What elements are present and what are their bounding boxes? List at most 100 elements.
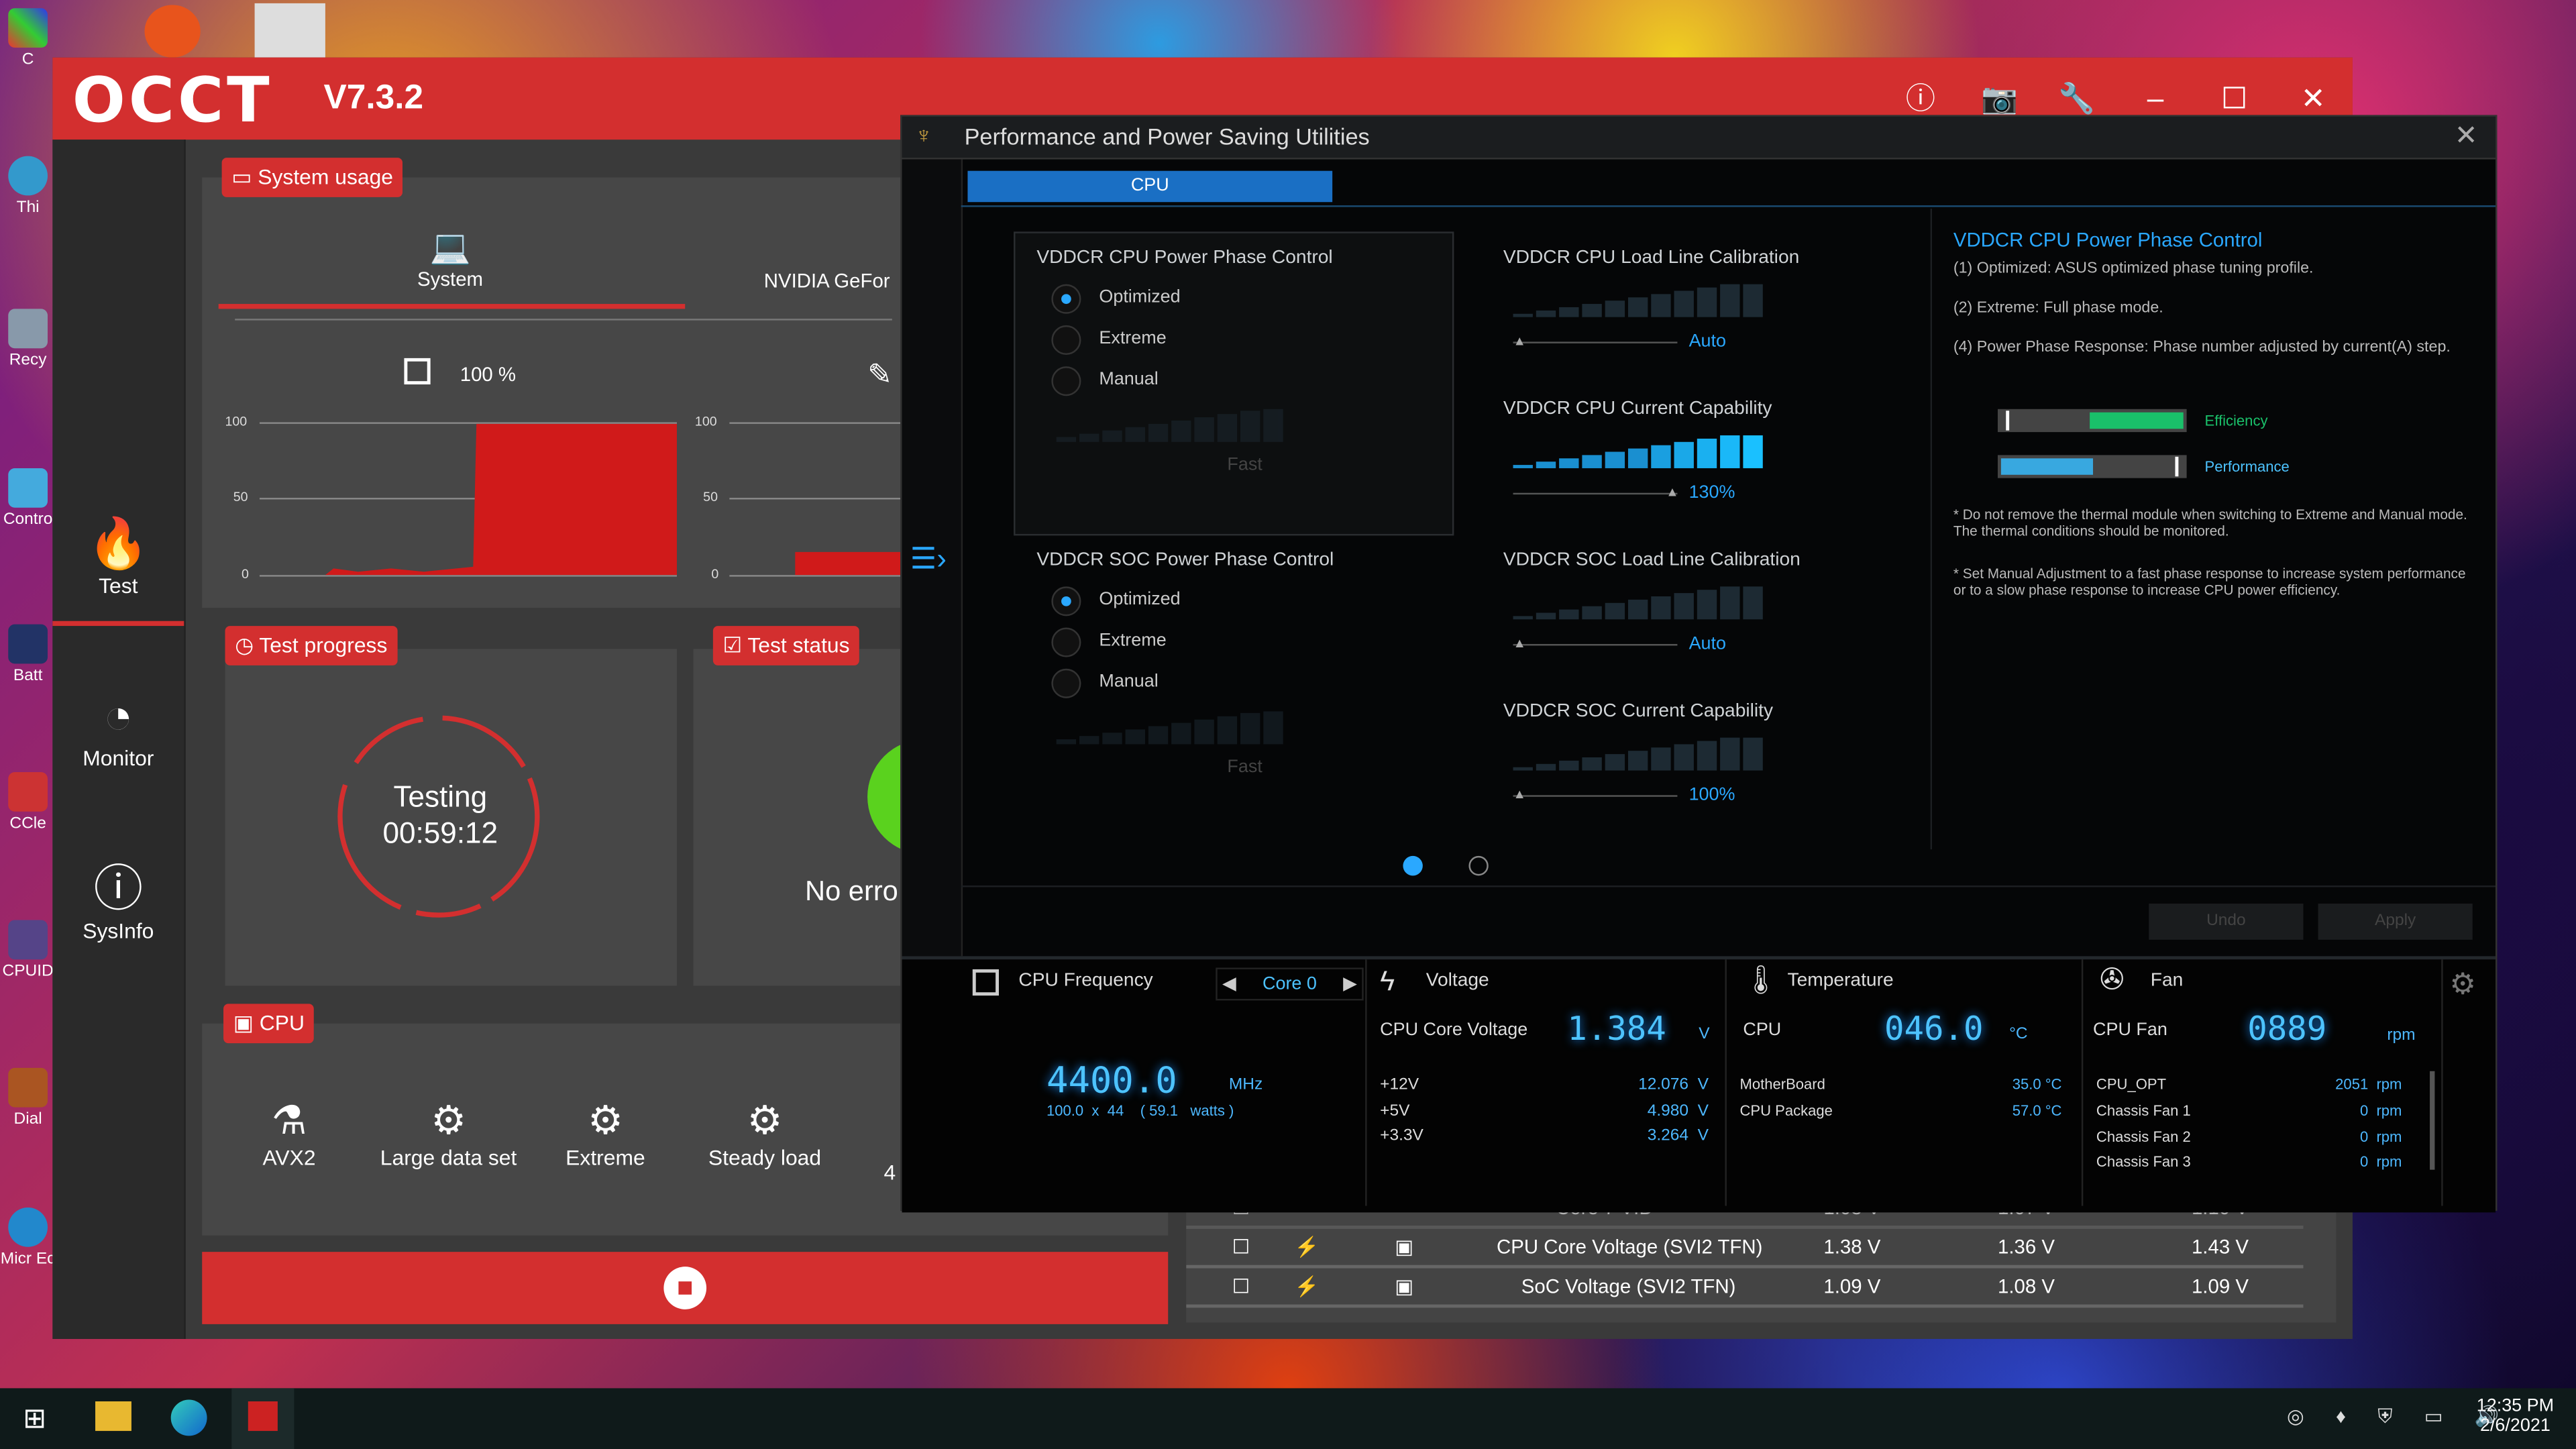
sidebar-item-label: Test xyxy=(99,573,138,598)
divider xyxy=(961,205,2496,207)
radio-label: Optimized xyxy=(1099,590,1181,610)
radio-manual[interactable] xyxy=(1051,366,1081,396)
prev-icon[interactable]: ◀ xyxy=(1218,969,1236,999)
occt-taskbar-button[interactable] xyxy=(231,1388,294,1449)
desktop-icon[interactable]: Dial xyxy=(0,1067,56,1128)
app-icon[interactable] xyxy=(254,3,325,58)
help-title: VDDCR CPU Power Phase Control xyxy=(1953,228,2263,252)
wrench-icon[interactable]: 🔧 xyxy=(2055,77,2098,120)
test-status-label: ☑ Test status xyxy=(712,626,860,665)
main-label: CPU Fan xyxy=(2093,1020,2167,1040)
apply-button[interactable]: Apply xyxy=(2318,903,2473,940)
page-dot-active[interactable] xyxy=(1403,855,1423,876)
next-icon[interactable]: ▶ xyxy=(1343,969,1362,999)
desktop-icon[interactable]: CCle xyxy=(0,772,56,833)
preset-large-data-set[interactable]: ⚙ Large data set xyxy=(366,1097,531,1169)
desktop-icon-label: Contro xyxy=(3,511,53,529)
minimize-icon[interactable]: – xyxy=(2134,77,2177,120)
table-row[interactable]: ☐ ⚡ ▣ CPU Core Voltage (SVI2 TFN) 1.38 V 1.36… xyxy=(1186,1229,2304,1269)
stop-test-button[interactable] xyxy=(202,1252,1169,1324)
info-icon: ⓘ xyxy=(93,862,144,917)
slider-track xyxy=(1513,795,1678,797)
close-icon[interactable]: ✕ xyxy=(2455,120,2478,153)
tab-system[interactable]: 💻 System xyxy=(417,227,483,291)
radio-label: Optimized xyxy=(1099,287,1181,307)
row-label: CPU_OPT xyxy=(2096,1076,2167,1093)
camera-icon[interactable]: 📷 xyxy=(1978,77,2021,120)
menu-expand-icon[interactable]: ☰› xyxy=(910,542,947,576)
radio-optimized[interactable] xyxy=(1051,284,1081,314)
page-dot[interactable] xyxy=(1468,855,1489,876)
desktop-icon[interactable]: Micr Ec xyxy=(0,1208,56,1269)
desktop-icon[interactable]: Recy xyxy=(0,309,56,370)
sidebar-item-monitor[interactable]: ◔ Monitor xyxy=(52,690,184,771)
radio-extreme[interactable] xyxy=(1051,325,1081,355)
radio-optimized[interactable] xyxy=(1051,586,1081,616)
table-row[interactable]: ☐ ⚡ ▣ SoC Voltage (SVI2 TFN) 1.09 V 1.08 V 1.0… xyxy=(1186,1269,2304,1308)
y-tick: 50 xyxy=(703,489,718,504)
preset-steady-load[interactable]: ⚙ Steady load xyxy=(695,1097,835,1169)
row-label: Chassis Fan 3 xyxy=(2096,1153,2191,1170)
undo-button[interactable]: Undo xyxy=(2149,903,2304,940)
clock[interactable]: 12:35 PM 2/6/2021 xyxy=(2464,1397,2566,1436)
sensor-min: 1.36 V xyxy=(1997,1235,2055,1258)
title-bar[interactable]: ♆ Performance and Power Saving Utilities… xyxy=(902,116,2496,160)
app-icon[interactable] xyxy=(144,5,201,58)
slider-handle-icon[interactable]: ▲ xyxy=(1513,636,1526,651)
soc-current-title: VDDCR SOC Current Capability xyxy=(1503,701,1774,722)
desktop-icon[interactable]: Contro xyxy=(0,468,56,529)
soc-llc-value: Auto xyxy=(1688,634,1727,654)
tab-cpu[interactable]: CPU xyxy=(967,170,1333,203)
core-selector[interactable]: ◀ Core 0 ▶ xyxy=(1216,967,1364,1001)
preset-more[interactable]: 4 xyxy=(884,1160,896,1185)
note-text: Do not remove the thermal module when sw… xyxy=(1953,506,2467,539)
efficiency-label: Efficiency xyxy=(2204,412,2268,429)
stop-icon xyxy=(663,1267,707,1309)
tuf-logo-icon: ♆ xyxy=(915,121,932,148)
file-explorer-icon[interactable] xyxy=(95,1401,131,1432)
cpu-usage-chart xyxy=(325,423,677,576)
scrollbar[interactable] xyxy=(2430,1071,2435,1170)
sidebar-item-sysinfo[interactable]: ⓘ SysInfo xyxy=(52,863,184,943)
soc-llc-slider[interactable] xyxy=(1513,586,1763,620)
slider-track xyxy=(1513,341,1678,343)
phase-response-slider xyxy=(1056,409,1283,442)
cpu-label: ▣ CPU xyxy=(223,1004,315,1044)
section-title: CPU Frequency xyxy=(1018,971,1153,991)
preset-extreme[interactable]: ⚙ Extreme xyxy=(544,1097,667,1169)
frequency-detail: 100.0 x 44 ( 59.1 watts ) xyxy=(1046,1102,1234,1119)
radio-extreme[interactable] xyxy=(1051,627,1081,657)
radio-manual[interactable] xyxy=(1051,668,1081,698)
desktop: C Thi Recy Contro Batt CCle CPUID Dial M… xyxy=(0,0,2576,1449)
test-progress-panel: Testing 00:59:12 xyxy=(225,649,677,986)
laptop-icon: 💻 xyxy=(429,229,471,266)
slider-handle-icon[interactable]: ▲ xyxy=(1666,484,1678,499)
slider-handle-icon[interactable]: ▲ xyxy=(1513,787,1526,802)
desktop-icon[interactable]: Batt xyxy=(0,624,56,685)
date: 2/6/2021 xyxy=(2479,1416,2551,1436)
tab-gpu[interactable]: NVIDIA GeFor xyxy=(764,270,890,292)
checkbox[interactable]: ☐ xyxy=(1232,1275,1250,1297)
gears-icon: ⚙ xyxy=(431,1099,466,1144)
power-icon: ⚡ xyxy=(1294,1235,1320,1258)
windows-start-icon[interactable]: ⊞ xyxy=(23,1403,46,1436)
desktop-icon[interactable]: CPUID xyxy=(0,920,56,981)
preset-avx2[interactable]: ⚗ AVX2 xyxy=(256,1097,322,1169)
settings-gear-icon[interactable]: ⚙ xyxy=(2449,967,2476,1002)
cpu-current-slider[interactable] xyxy=(1513,435,1763,468)
checkbox[interactable]: ☐ xyxy=(1232,1236,1250,1258)
unit: °C xyxy=(2009,1025,2028,1044)
soc-current-slider[interactable] xyxy=(1513,737,1763,771)
desktop-icon[interactable]: C xyxy=(0,8,56,69)
soc-current-value: 100% xyxy=(1688,785,1735,806)
slider-handle-icon[interactable]: ▲ xyxy=(1513,333,1526,348)
gears-icon: ⚙ xyxy=(747,1099,783,1144)
maximize-icon[interactable]: ☐ xyxy=(2213,77,2256,120)
sidebar-item-test[interactable]: 🔥 Test xyxy=(52,517,184,627)
cpu-usage-value: 100 % xyxy=(460,363,517,386)
desktop-icon[interactable]: Thi xyxy=(0,156,56,217)
cpu-llc-slider[interactable] xyxy=(1513,284,1763,317)
info-icon[interactable]: ⓘ xyxy=(1899,77,1942,120)
close-icon[interactable]: ✕ xyxy=(2292,77,2334,120)
edge-icon[interactable] xyxy=(170,1399,207,1436)
